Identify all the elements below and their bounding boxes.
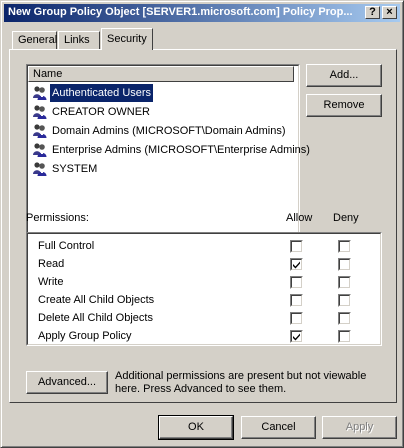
cancel-button-label: Cancel [261, 421, 296, 433]
add-button[interactable]: Add... [306, 64, 382, 87]
title-bar[interactable]: New Group Policy Object [SERVER1.microso… [4, 4, 400, 22]
deny-checkbox[interactable] [338, 276, 351, 289]
permission-row: Read [38, 256, 368, 274]
permission-row: Write [38, 274, 368, 292]
permissions-label: Permissions: [26, 212, 89, 224]
permission-row: Full Control [38, 238, 368, 256]
allow-checkbox[interactable] [290, 330, 303, 343]
tab-security[interactable]: Security [101, 28, 153, 50]
permission-label: Delete All Child Objects [38, 312, 153, 324]
deny-checkbox[interactable] [338, 330, 351, 343]
advanced-button[interactable]: Advanced... [26, 371, 108, 394]
tab-general[interactable]: General [12, 31, 57, 49]
security-tab-panel: Name Authenticated Users CREATOR OWNER Dom… [9, 49, 397, 403]
users-group-icon [32, 104, 48, 120]
allow-header: Allow [286, 212, 313, 224]
users-group-icon [32, 85, 48, 101]
deny-checkbox[interactable] [338, 294, 351, 307]
window-title: New Group Policy Object [SERVER1.microso… [8, 6, 353, 18]
user-list-item-label: Domain Admins (MICROSOFT\Domain Admins) [52, 125, 286, 137]
add-button-label: Add... [329, 69, 359, 81]
permission-row: Create All Child Objects [38, 292, 368, 310]
permission-label: Create All Child Objects [38, 294, 155, 306]
user-list-item[interactable]: Authenticated Users [30, 84, 296, 102]
user-list-item-label: Authenticated Users [50, 84, 154, 102]
apply-button-label: Apply [345, 421, 374, 433]
permission-label: Write [38, 276, 64, 288]
allow-checkbox[interactable] [290, 258, 303, 271]
ok-button-label: OK [188, 421, 204, 433]
user-list-item[interactable]: SYSTEM [30, 160, 296, 178]
allow-checkbox[interactable] [290, 240, 303, 253]
permission-row: Apply Group Policy [38, 328, 368, 346]
user-list-item-label: CREATOR OWNER [52, 106, 150, 118]
permission-label: Apply Group Policy [38, 330, 132, 342]
users-group-icon [32, 123, 48, 139]
cancel-button[interactable]: Cancel [241, 416, 316, 439]
users-group-icon [32, 161, 48, 177]
user-list-item[interactable]: Enterprise Admins (MICROSOFT\Enterprise … [30, 141, 310, 159]
apply-button[interactable]: Apply [322, 416, 397, 439]
column-header-name[interactable]: Name [28, 66, 294, 82]
deny-checkbox[interactable] [338, 258, 351, 271]
user-list-item[interactable]: Domain Admins (MICROSOFT\Domain Admins) [30, 122, 296, 140]
user-list-item-label: Enterprise Admins (MICROSOFT\Enterprise … [52, 144, 310, 156]
properties-dialog: New Group Policy Object [SERVER1.microso… [0, 0, 404, 448]
deny-checkbox[interactable] [338, 312, 351, 325]
close-button[interactable]: × [382, 6, 397, 19]
permission-label: Full Control [38, 240, 95, 252]
allow-checkbox[interactable] [290, 294, 303, 307]
allow-checkbox[interactable] [290, 312, 303, 325]
deny-header: Deny [333, 212, 359, 224]
remove-button-label: Remove [323, 99, 365, 111]
allow-checkbox[interactable] [290, 276, 303, 289]
permission-label: Read [38, 258, 65, 270]
user-list-item-label: SYSTEM [52, 163, 98, 175]
ok-button[interactable]: OK [158, 415, 234, 440]
permissions-list: Full Control Read Write Create All Child Ob… [26, 232, 382, 346]
advanced-button-label: Advanced... [37, 376, 97, 388]
advanced-note: Additional permissions are present but n… [115, 370, 367, 395]
users-list[interactable]: Name Authenticated Users CREATOR OWNER Dom… [26, 64, 310, 254]
help-button[interactable]: ? [365, 6, 380, 19]
remove-button[interactable]: Remove [306, 94, 382, 117]
user-list-item[interactable]: CREATOR OWNER [30, 103, 296, 121]
permission-row: Delete All Child Objects [38, 310, 368, 328]
users-group-icon [32, 142, 48, 158]
tab-links[interactable]: Links [58, 31, 100, 49]
deny-checkbox[interactable] [338, 240, 351, 253]
